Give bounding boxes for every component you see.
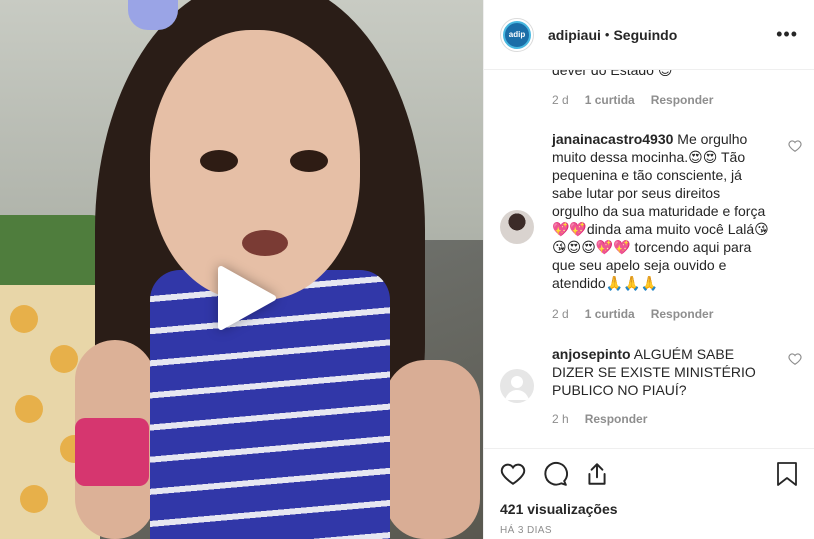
follow-status-button[interactable]: Seguindo — [613, 27, 677, 43]
video-subject-arm-right — [385, 360, 480, 539]
comment-reply-link[interactable]: Responder — [651, 93, 714, 107]
comment-meta: 2 d 1 curtida Responder — [552, 307, 713, 321]
comment-icon — [544, 461, 568, 486]
video-subject-face — [150, 30, 360, 300]
comment-body: janainacastro4930 Me orgulho muito dessa… — [552, 130, 770, 292]
share-icon — [588, 463, 606, 485]
more-options-icon[interactable]: ••• — [776, 24, 798, 45]
account-username[interactable]: adipiaui — [548, 27, 601, 43]
default-avatar-icon — [505, 376, 529, 400]
comment-partial-text: dever do Estado 😉 — [552, 70, 673, 78]
comment-time: 2 d — [552, 307, 569, 321]
share-button[interactable] — [584, 461, 610, 487]
comment-item: janainacastro4930 Me orgulho muito dessa… — [500, 130, 802, 330]
comment-time: 2 d — [552, 93, 569, 107]
comment-reply-link[interactable]: Responder — [651, 307, 714, 321]
play-icon — [218, 266, 276, 330]
view-count[interactable]: 421 visualizações — [500, 501, 799, 517]
comment-likes-link[interactable]: 1 curtida — [585, 93, 635, 107]
comment-time: 2 h — [552, 412, 569, 426]
separator-dot: • — [604, 27, 610, 42]
comment-item: anjosepinto ALGUÉM SABE DIZER SE EXISTE … — [500, 345, 802, 445]
comment-text: Me orgulho muito dessa mocinha.😍😍 Tão pe… — [552, 131, 769, 291]
account-logo: adip — [503, 20, 531, 49]
video-subject-armband — [75, 418, 149, 486]
comment-reply-link[interactable]: Responder — [585, 412, 648, 426]
comment-body: anjosepinto ALGUÉM SABE DIZER SE EXISTE … — [552, 345, 770, 399]
play-button[interactable] — [210, 262, 282, 334]
bookmark-icon — [777, 462, 797, 486]
video-subject-bow — [128, 0, 178, 30]
save-button[interactable] — [775, 461, 799, 487]
heart-icon[interactable] — [788, 139, 802, 153]
post-actions: 421 visualizações HÁ 3 DIAS — [484, 448, 814, 536]
post-header: adip adipiaui • Seguindo ••• — [484, 0, 814, 70]
comment-username[interactable]: janainacastro4930 — [552, 131, 673, 147]
heart-icon[interactable] — [788, 352, 802, 366]
comment-partial-meta: 2 d 1 curtida Responder — [552, 93, 713, 107]
commenter-avatar[interactable] — [500, 210, 534, 244]
action-icons-row — [500, 461, 799, 487]
comment-button[interactable] — [542, 461, 568, 487]
heart-icon — [500, 463, 526, 485]
post-side-panel: adip adipiaui • Seguindo ••• dever do Es… — [483, 0, 814, 539]
comments-list[interactable]: dever do Estado 😉 2 d 1 curtida Responde… — [484, 70, 814, 447]
account-avatar[interactable]: adip — [500, 17, 534, 52]
comment-username[interactable]: anjosepinto — [552, 346, 631, 362]
post-date[interactable]: HÁ 3 DIAS — [500, 525, 799, 536]
comment-likes-link[interactable]: 1 curtida — [585, 307, 635, 321]
comment-meta: 2 h Responder — [552, 412, 647, 426]
commenter-avatar[interactable] — [500, 369, 534, 403]
video-player[interactable] — [0, 0, 483, 539]
like-button[interactable] — [500, 461, 526, 487]
